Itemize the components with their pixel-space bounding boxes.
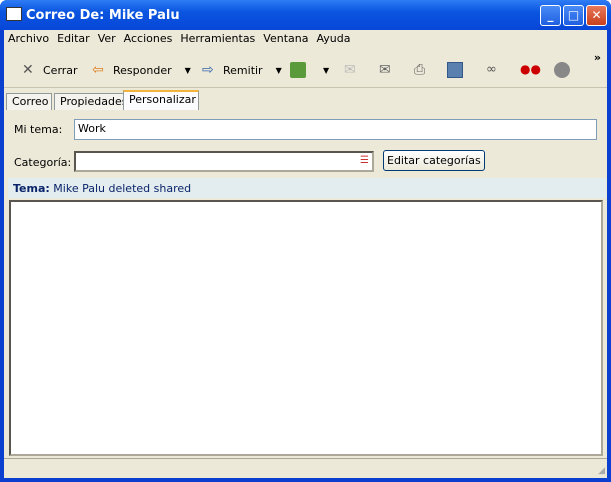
save-button[interactable] [447, 62, 463, 78]
menu-bar: Archivo Editar Ver Acciones Herramientas Vent… [4, 30, 607, 48]
tab-correo[interactable]: Correo [6, 93, 52, 110]
tab-propiedades[interactable]: Propiedades [54, 93, 127, 110]
signature-icon: ●● [520, 62, 541, 76]
close-window-button[interactable]: ✕ [586, 5, 607, 26]
subject-label: Tema: [13, 182, 50, 195]
envelope-next-icon: ✉ [344, 62, 356, 78]
menu-acciones[interactable]: Acciones [124, 32, 173, 45]
toolbar: ✕ Cerrar ⇦ Responder ▼ ⇨ Remitir ▼ ▼ ✉ ✉ ⎙ ∞ … [4, 50, 607, 88]
my-subject-input[interactable]: Work [74, 119, 597, 140]
title-bar: Correo De: Mike Palu _ □ ✕ [0, 0, 611, 30]
envelope-prev-icon: ✉ [379, 62, 391, 78]
forward-icon: ⇨ [202, 62, 214, 78]
read-button[interactable]: ∞ [486, 62, 502, 78]
trash-icon [290, 62, 306, 78]
delete-button[interactable]: ▼ [290, 62, 329, 78]
seal-icon [554, 62, 570, 78]
close-x-icon: ✕ [22, 62, 34, 78]
reply-dropdown-icon[interactable]: ▼ [185, 66, 191, 75]
tab-personalizar[interactable]: Personalizar [123, 90, 199, 110]
category-input[interactable]: ☰ [74, 151, 374, 172]
reply-icon: ⇦ [92, 62, 104, 78]
category-label: Categoría: [14, 156, 72, 169]
menu-archivo[interactable]: Archivo [8, 32, 49, 45]
menu-ver[interactable]: Ver [98, 32, 116, 45]
prev-message-button[interactable]: ✉ [344, 62, 360, 78]
window-title: Correo De: Mike Palu [26, 8, 180, 23]
minimize-button[interactable]: _ [540, 5, 561, 26]
certificate-button[interactable] [554, 62, 570, 78]
signature-button[interactable]: ●● [520, 62, 541, 78]
glasses-icon: ∞ [486, 62, 497, 77]
print-button[interactable]: ⎙ [414, 62, 430, 78]
category-list-icon[interactable]: ☰ [360, 155, 369, 166]
printer-icon: ⎙ [414, 62, 426, 78]
menu-editar[interactable]: Editar [57, 32, 90, 45]
subject-value: Mike Palu deleted shared [53, 182, 192, 195]
maximize-button[interactable]: □ [563, 5, 584, 26]
forward-dropdown-icon[interactable]: ▼ [276, 66, 282, 75]
subject-bar: Tema: Mike Palu deleted shared [8, 178, 606, 198]
message-body[interactable] [9, 200, 603, 456]
status-bar: ◢ [4, 458, 607, 478]
mail-window-icon [6, 7, 22, 21]
close-button[interactable]: ✕ Cerrar [22, 62, 78, 78]
next-message-button[interactable]: ✉ [379, 62, 395, 78]
edit-categories-button[interactable]: Editar categorías [383, 150, 485, 171]
reply-button[interactable]: ⇦ Responder ▼ [92, 62, 191, 78]
my-subject-label: Mi tema: [14, 123, 63, 136]
menu-ayuda[interactable]: Ayuda [316, 32, 350, 45]
forward-button[interactable]: ⇨ Remitir ▼ [202, 62, 282, 78]
floppy-icon [447, 62, 463, 78]
menu-herramientas[interactable]: Herramientas [180, 32, 255, 45]
resize-grip-icon[interactable]: ◢ [598, 466, 605, 476]
toolbar-overflow-button[interactable]: » [594, 51, 601, 64]
menu-ventana[interactable]: Ventana [263, 32, 308, 45]
delete-dropdown-icon[interactable]: ▼ [323, 66, 329, 75]
mail-window: Correo De: Mike Palu _ □ ✕ Archivo Editar… [0, 0, 611, 482]
